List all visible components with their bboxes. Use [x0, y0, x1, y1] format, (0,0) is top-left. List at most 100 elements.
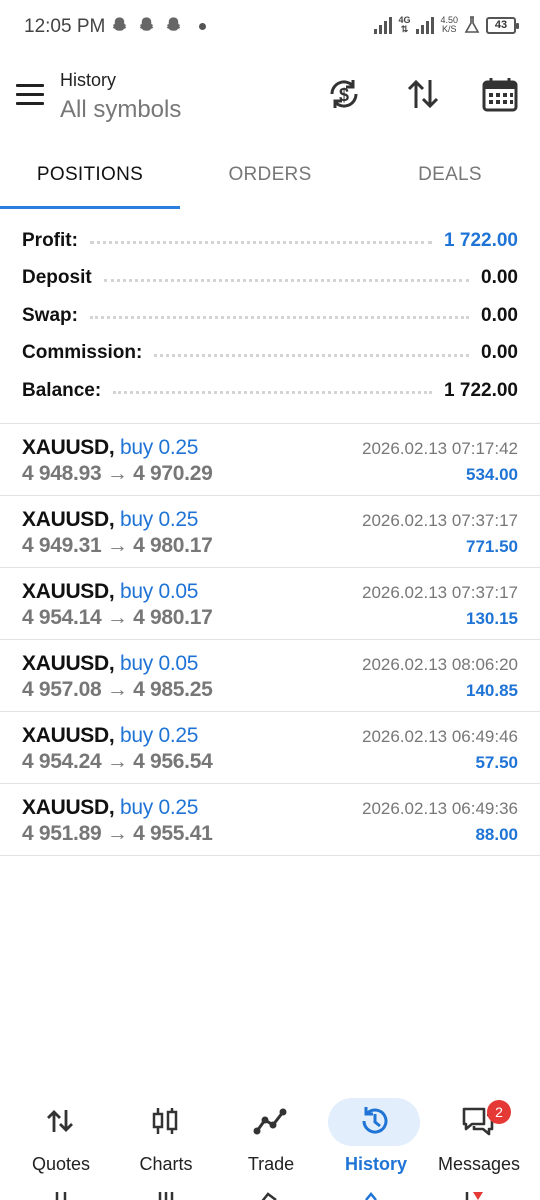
- summary-row-swap: Swap: 0.00: [0, 297, 540, 335]
- list-item[interactable]: XAUUSD, buy 0.25 4 948.93 → 4 970.29 202…: [0, 424, 540, 496]
- summary-value: 0.00: [481, 267, 518, 289]
- position-symbol: XAUUSD,: [22, 724, 115, 747]
- symbol-filter[interactable]: All symbols: [60, 96, 181, 124]
- status-right: 4G ⇅ 4.50 K/S 43: [374, 16, 519, 34]
- position-symbol: XAUUSD,: [22, 436, 115, 459]
- list-item[interactable]: XAUUSD, buy 0.25 4 954.24 → 4 956.54 202…: [0, 712, 540, 784]
- summary-label: Commission:: [22, 342, 143, 364]
- list-item[interactable]: XAUUSD, buy 0.25 4 949.31 → 4 980.17 202…: [0, 496, 540, 568]
- signal-icon: [374, 16, 393, 34]
- position-prices: 4 951.89 → 4 955.41: [22, 822, 213, 845]
- summary-row-profit: Profit: 1 722.00: [0, 222, 540, 260]
- position-prices: 4 948.93 → 4 970.29: [22, 462, 213, 485]
- nav-charts[interactable]: Charts: [114, 1090, 218, 1186]
- calendar-icon[interactable]: [480, 74, 520, 114]
- dotted-leader: [103, 278, 470, 282]
- status-time: 12:05 PM: [24, 16, 106, 37]
- position-profit: 140.85: [466, 681, 518, 700]
- summary-label: Swap:: [22, 304, 78, 326]
- summary-label: Profit:: [22, 229, 78, 251]
- menu-icon[interactable]: [16, 84, 44, 106]
- summary-value: 0.00: [481, 342, 518, 364]
- position-time: 2026.02.13 06:49:46: [362, 727, 518, 746]
- nav-label: Charts: [139, 1154, 193, 1174]
- position-prices: 4 954.14 → 4 980.17: [22, 606, 213, 629]
- summary-row-deposit: Deposit 0.00: [0, 260, 540, 298]
- speed-unit: K/S: [441, 24, 457, 34]
- notification-icons: [110, 15, 183, 35]
- dotted-leader: [154, 353, 470, 357]
- position-time: 2026.02.13 07:37:17: [362, 511, 518, 530]
- status-bar: 12:05 PM 4G ⇅ 4.50 K/S 43: [0, 0, 540, 56]
- position-profit: 57.50: [475, 753, 518, 772]
- position-profit: 534.00: [466, 465, 518, 484]
- position-profit: 88.00: [475, 825, 518, 844]
- network-indicator: 4G ⇅: [398, 16, 410, 34]
- history-clock-icon: [365, 1192, 377, 1200]
- chat-bubbles-icon: [465, 1192, 483, 1200]
- position-time: 2026.02.13 06:49:36: [362, 799, 518, 818]
- position-time: 2026.02.13 07:37:17: [362, 583, 518, 602]
- position-symbol: XAUUSD,: [22, 796, 115, 819]
- position-prices: 4 957.08 → 4 985.25: [22, 678, 213, 701]
- tab-deals[interactable]: DEALS: [360, 150, 540, 208]
- signal-icon: [416, 16, 435, 34]
- position-side: buy 0.25: [119, 724, 199, 747]
- summary-value: 0.00: [481, 304, 518, 326]
- position-symbol: XAUUSD,: [22, 652, 115, 675]
- snapchat-icon: [112, 17, 127, 31]
- nav-label: History: [344, 1154, 407, 1174]
- position-time: 2026.02.13 07:17:42: [362, 439, 518, 458]
- nav-quotes[interactable]: Quotes: [9, 1090, 113, 1186]
- position-prices: 4 949.31 → 4 980.17: [22, 534, 213, 557]
- position-profit: 771.50: [466, 537, 518, 556]
- quotes-arrows-icon: [55, 1192, 67, 1200]
- nav-history[interactable]: History: [324, 1090, 428, 1186]
- nav-label: Quotes: [31, 1154, 91, 1174]
- nav-label: Trade: [247, 1154, 295, 1174]
- history-tabs: POSITIONS ORDERS DEALS: [0, 150, 540, 210]
- list-item[interactable]: XAUUSD, buy 0.25 4 951.89 → 4 955.41 202…: [0, 784, 540, 856]
- bottom-navigation: Quotes Charts Trade History 2 Messages: [0, 1090, 540, 1200]
- overflow-nav-icons: [0, 1188, 540, 1200]
- nav-trade[interactable]: Trade: [219, 1090, 323, 1186]
- currency-sync-icon[interactable]: $: [324, 74, 364, 114]
- candlestick-icon: [152, 1108, 178, 1134]
- history-clock-icon: [362, 1107, 388, 1134]
- tab-positions[interactable]: POSITIONS: [0, 150, 180, 208]
- summary-value: 1 722.00: [444, 379, 518, 401]
- position-symbol: XAUUSD,: [22, 508, 115, 531]
- unread-badge: 2: [487, 1100, 511, 1124]
- summary-block: Profit: 1 722.00 Deposit 0.00 Swap: 0.00…: [0, 222, 540, 410]
- position-side: buy 0.05: [119, 652, 199, 675]
- nav-messages[interactable]: 2 Messages: [427, 1090, 531, 1186]
- list-item[interactable]: XAUUSD, buy 0.05 4 957.08 → 4 985.25 202…: [0, 640, 540, 712]
- list-item[interactable]: XAUUSD, buy 0.05 4 954.14 → 4 980.17 202…: [0, 568, 540, 640]
- page-title: History: [60, 70, 117, 90]
- dotted-leader: [89, 241, 433, 245]
- speed-indicator: 4.50 K/S: [440, 16, 458, 34]
- nav-label: Messages: [437, 1154, 521, 1174]
- sort-icon[interactable]: [403, 74, 443, 114]
- summary-row-balance: Balance: 1 722.00: [0, 372, 540, 410]
- more-notifications-dot: [199, 23, 206, 30]
- position-prices: 4 954.24 → 4 956.54: [22, 750, 213, 773]
- network-activity: ⇅: [400, 24, 409, 34]
- tab-orders[interactable]: ORDERS: [180, 150, 360, 208]
- positions-list: XAUUSD, buy 0.25 4 948.93 → 4 970.29 202…: [0, 423, 540, 856]
- snapchat-icon: [166, 17, 181, 31]
- snapchat-icon: [139, 17, 154, 31]
- position-symbol: XAUUSD,: [22, 580, 115, 603]
- dotted-leader: [113, 391, 433, 395]
- battery-icon: 43: [486, 16, 519, 34]
- trade-line-icon: [261, 1192, 277, 1200]
- app-bar: History All symbols $: [0, 56, 540, 136]
- position-side: buy 0.25: [119, 508, 199, 531]
- flask-icon: [464, 16, 480, 33]
- summary-row-commission: Commission: 0.00: [0, 335, 540, 373]
- quotes-arrows-icon: [47, 1110, 73, 1132]
- trade-line-icon: [253, 1108, 287, 1135]
- position-side: buy 0.25: [119, 796, 199, 819]
- dotted-leader: [89, 316, 470, 320]
- svg-text:$: $: [339, 85, 349, 105]
